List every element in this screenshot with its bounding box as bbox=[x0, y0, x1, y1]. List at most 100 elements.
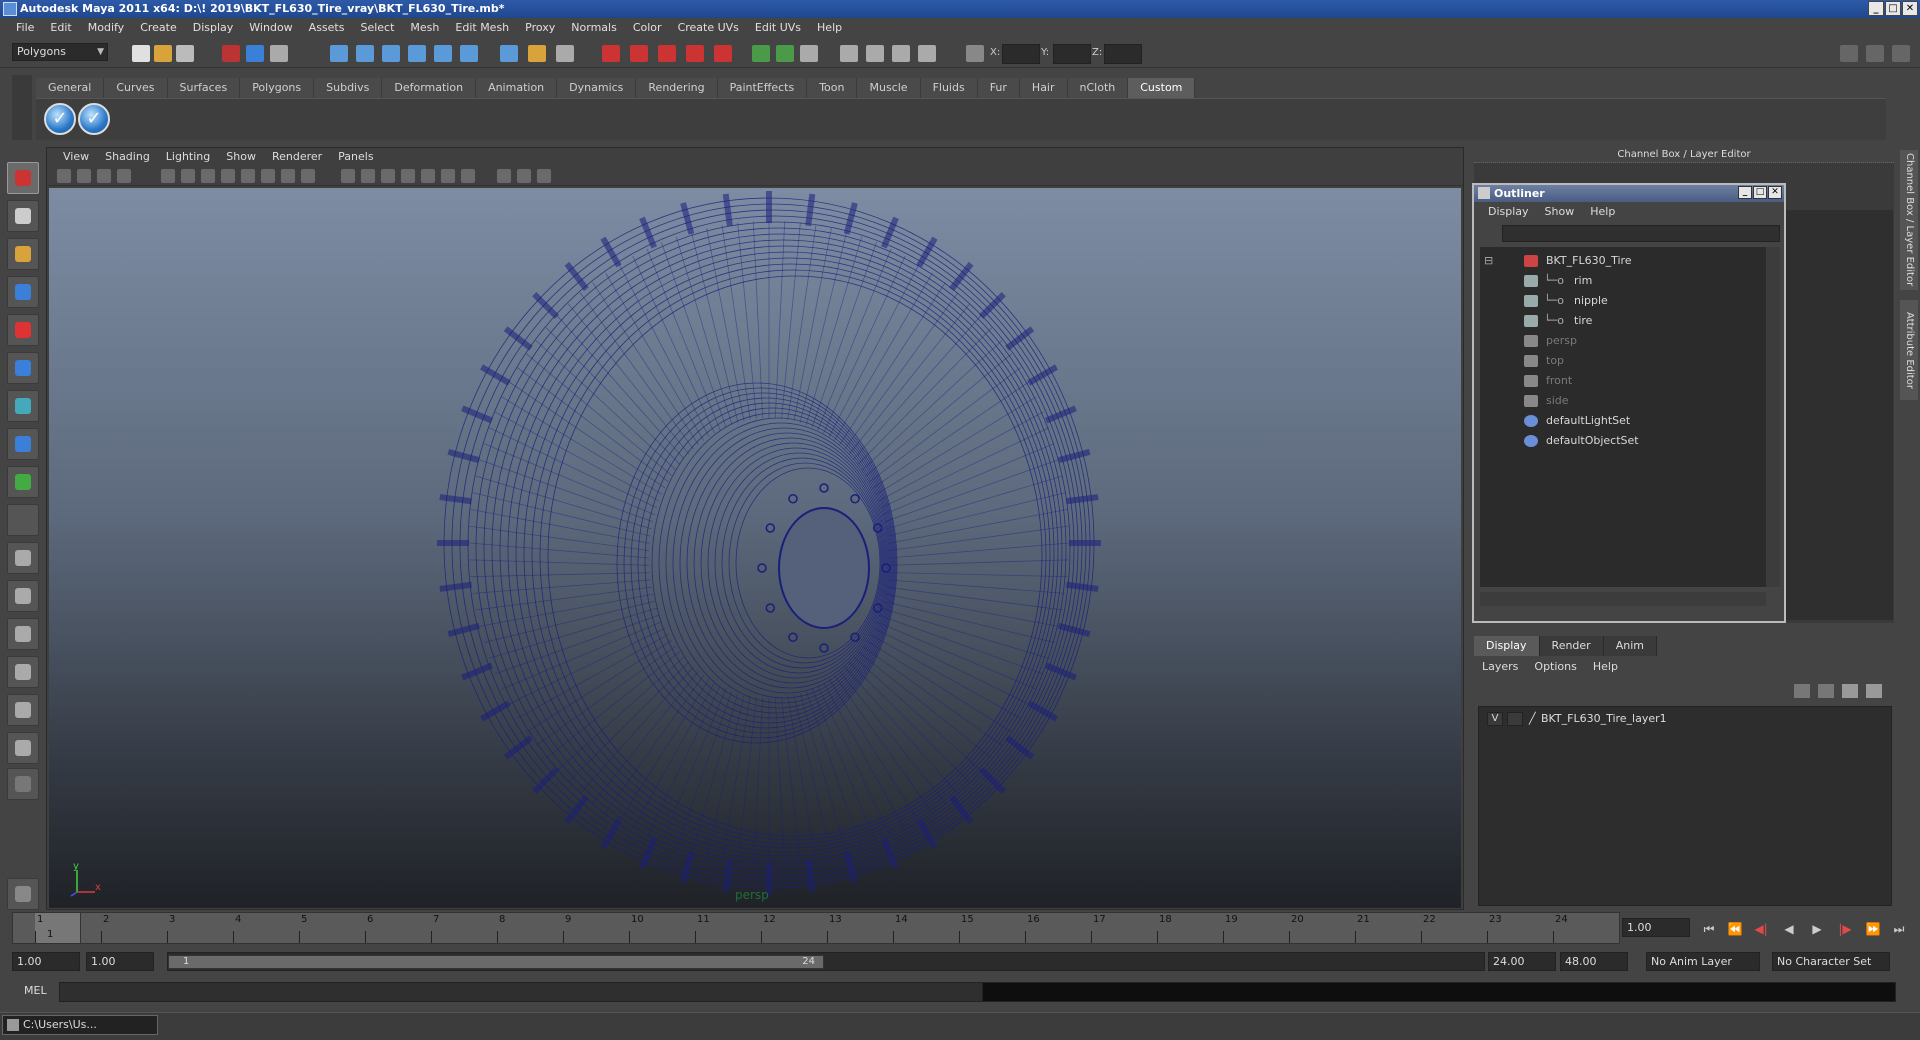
outliner-item[interactable]: side bbox=[1480, 391, 1766, 411]
range-slider[interactable]: 1 24 bbox=[167, 952, 1485, 971]
menu-display[interactable]: Display bbox=[185, 18, 242, 38]
layer-delete-icon[interactable] bbox=[1866, 684, 1882, 698]
shelf-tab-surfaces[interactable]: Surfaces bbox=[167, 78, 241, 98]
layout-single-icon[interactable] bbox=[7, 542, 39, 574]
outliner-title-bar[interactable]: Outliner _ □ ✕ bbox=[1474, 185, 1784, 202]
outliner-item[interactable]: persp bbox=[1480, 331, 1766, 351]
menu-edit-uvs[interactable]: Edit UVs bbox=[747, 18, 809, 38]
shelf-menu-handle[interactable] bbox=[12, 75, 32, 140]
layer-menu-layers[interactable]: Layers bbox=[1482, 657, 1526, 677]
menu-select[interactable]: Select bbox=[352, 18, 402, 38]
go-to-end-icon[interactable]: ⏭ bbox=[1890, 922, 1908, 936]
layer-tab-render[interactable]: Render bbox=[1539, 636, 1604, 656]
menu-proxy[interactable]: Proxy bbox=[517, 18, 563, 38]
scale-tool-icon[interactable] bbox=[7, 352, 39, 384]
input-line-icon[interactable] bbox=[752, 45, 770, 62]
snap-point-icon[interactable] bbox=[382, 45, 400, 62]
layer-tab-anim[interactable]: Anim bbox=[1603, 636, 1657, 656]
menu-file[interactable]: File bbox=[8, 18, 42, 38]
close-button[interactable]: ✕ bbox=[1902, 1, 1918, 16]
x-field[interactable] bbox=[1002, 44, 1040, 64]
shelf-button-check-icon[interactable]: ✓ bbox=[44, 103, 76, 135]
bbox-icon[interactable] bbox=[537, 169, 551, 183]
outliner-menu-show[interactable]: Show bbox=[1537, 202, 1583, 222]
select-tool-icon[interactable] bbox=[7, 162, 39, 194]
menu-edit[interactable]: Edit bbox=[42, 18, 79, 38]
layout-hypershade-icon[interactable] bbox=[7, 694, 39, 726]
minimize-button[interactable]: _ bbox=[1868, 1, 1884, 16]
layer-tab-display[interactable]: Display bbox=[1474, 636, 1540, 656]
viewport-menu-view[interactable]: View bbox=[55, 148, 97, 166]
viewport-menu-renderer[interactable]: Renderer bbox=[264, 148, 330, 166]
menu-window[interactable]: Window bbox=[241, 18, 300, 38]
toggle-attribute-editor-icon[interactable] bbox=[1866, 45, 1884, 62]
layout-four-icon[interactable] bbox=[7, 580, 39, 612]
open-scene-icon[interactable] bbox=[154, 45, 172, 62]
viewport-menu-panels[interactable]: Panels bbox=[330, 148, 381, 166]
outliner-item[interactable]: top bbox=[1480, 351, 1766, 371]
playback-end-field[interactable]: 24.00 bbox=[1488, 952, 1556, 971]
tab-attribute-editor[interactable]: Attribute Editor bbox=[1900, 300, 1918, 400]
animation-start-field[interactable]: 1.00 bbox=[12, 952, 80, 971]
character-set-select[interactable]: No Character Set bbox=[1772, 952, 1890, 971]
tab-channel-box[interactable]: Channel Box / Layer Editor bbox=[1900, 150, 1918, 290]
minimized-window-item[interactable]: C:\Users\Us... bbox=[2, 1015, 158, 1035]
step-forward-key-icon[interactable]: ⏩ bbox=[1864, 922, 1882, 936]
gate-mask-icon[interactable] bbox=[241, 169, 255, 183]
show-manipulator-icon[interactable] bbox=[7, 466, 39, 498]
render-frame-icon[interactable] bbox=[602, 45, 620, 62]
shelf-tab-deformation[interactable]: Deformation bbox=[382, 78, 477, 98]
z-field[interactable] bbox=[1104, 44, 1142, 64]
layer-menu-help[interactable]: Help bbox=[1593, 657, 1626, 677]
playblast-icon[interactable] bbox=[892, 45, 910, 62]
transform-absolute-icon[interactable] bbox=[966, 45, 984, 62]
universal-manipulator-icon[interactable] bbox=[7, 390, 39, 422]
camera-tool-icon[interactable] bbox=[840, 45, 858, 62]
layout-outliner-icon[interactable] bbox=[7, 618, 39, 650]
scene-icon[interactable] bbox=[800, 45, 818, 62]
toggle-tool-settings-icon[interactable] bbox=[1892, 45, 1910, 62]
playback-start-field[interactable]: 1.00 bbox=[86, 952, 154, 971]
highqual-icon[interactable] bbox=[517, 169, 531, 183]
outliner-menu-display[interactable]: Display bbox=[1480, 202, 1537, 222]
render-settings-icon[interactable] bbox=[658, 45, 676, 62]
new-scene-icon[interactable] bbox=[132, 45, 150, 62]
shelf-tab-painteffects[interactable]: PaintEffects bbox=[717, 78, 808, 98]
shelf-tab-curves[interactable]: Curves bbox=[104, 78, 168, 98]
layout-extra-icon[interactable] bbox=[7, 768, 39, 800]
outliner-vertical-scrollbar[interactable] bbox=[1766, 247, 1780, 587]
outliner-item[interactable]: └─o tire bbox=[1480, 311, 1766, 331]
shelf-tab-general[interactable]: General bbox=[36, 78, 105, 98]
construction-icon[interactable] bbox=[556, 45, 574, 62]
layer-row[interactable]: V ╱ BKT_FL630_Tire_layer1 bbox=[1481, 709, 1889, 729]
select-object-icon[interactable] bbox=[246, 45, 264, 62]
menu-edit-mesh[interactable]: Edit Mesh bbox=[447, 18, 517, 38]
render-icon[interactable] bbox=[7, 878, 39, 910]
smooth-shade-icon[interactable] bbox=[361, 169, 375, 183]
new-layer-selected-icon[interactable] bbox=[1818, 684, 1834, 698]
shelf-tab-rendering[interactable]: Rendering bbox=[636, 78, 718, 98]
step-back-frame-icon[interactable]: ◀| bbox=[1752, 922, 1770, 936]
outliner-close-button[interactable]: ✕ bbox=[1768, 186, 1782, 199]
outliner-item[interactable]: ⊟ BKT_FL630_Tire bbox=[1480, 251, 1766, 271]
viewport-menu-lighting[interactable]: Lighting bbox=[158, 148, 218, 166]
outliner-maximize-button[interactable]: □ bbox=[1753, 186, 1767, 199]
save-scene-icon[interactable] bbox=[176, 45, 194, 62]
layer-options-icon[interactable] bbox=[1842, 684, 1858, 698]
expand-collapse-icon[interactable]: ⊟ bbox=[1484, 251, 1493, 271]
select-camera-icon[interactable] bbox=[57, 169, 71, 183]
menu-color[interactable]: Color bbox=[625, 18, 670, 38]
lasso-tool-icon[interactable] bbox=[7, 200, 39, 232]
menu-help[interactable]: Help bbox=[809, 18, 850, 38]
layout-two-icon[interactable] bbox=[7, 732, 39, 764]
lock-icon[interactable] bbox=[528, 45, 546, 62]
xray-icon[interactable] bbox=[461, 169, 475, 183]
isolate-icon[interactable] bbox=[497, 169, 511, 183]
shelf-tab-hair[interactable]: Hair bbox=[1019, 78, 1068, 98]
menu-create-uvs[interactable]: Create UVs bbox=[670, 18, 747, 38]
film-gate-icon[interactable] bbox=[201, 169, 215, 183]
shelf-tab-dynamics[interactable]: Dynamics bbox=[557, 78, 637, 98]
move-tool-icon[interactable] bbox=[7, 276, 39, 308]
snap-grid-icon[interactable] bbox=[330, 45, 348, 62]
rotate-tool-icon[interactable] bbox=[7, 314, 39, 346]
